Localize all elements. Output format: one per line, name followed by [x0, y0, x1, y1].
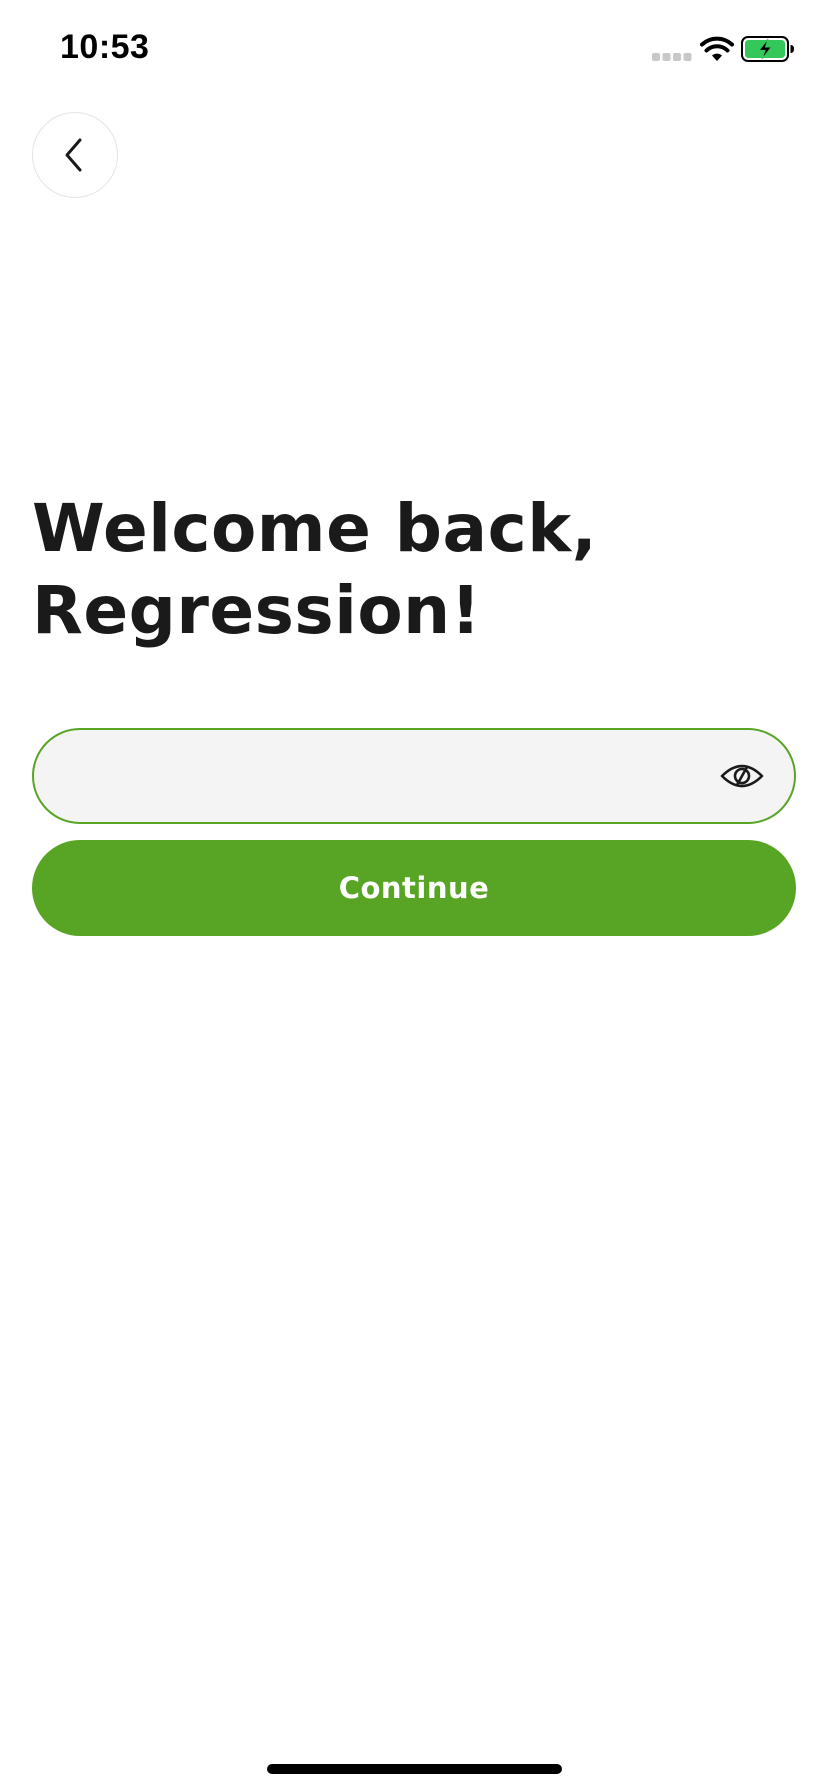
home-indicator: [267, 1764, 562, 1774]
battery-charging-icon: [741, 36, 794, 62]
password-visibility-toggle[interactable]: [718, 752, 766, 800]
continue-button[interactable]: Continue: [32, 840, 796, 936]
status-time: 10:53: [60, 28, 150, 66]
wifi-icon: [700, 36, 734, 61]
password-field[interactable]: [32, 728, 796, 824]
page-title: Welcome back, Regression!: [32, 488, 732, 652]
chevron-left-icon: [65, 138, 82, 172]
signal-icon: [652, 53, 692, 61]
eye-slash-icon: [720, 764, 764, 788]
back-button[interactable]: [32, 112, 118, 198]
page-title-line1: Welcome back,: [32, 490, 598, 567]
password-input[interactable]: [66, 730, 710, 824]
page-title-line2: Regression!: [32, 572, 482, 649]
status-bar: 10:53: [0, 0, 828, 100]
